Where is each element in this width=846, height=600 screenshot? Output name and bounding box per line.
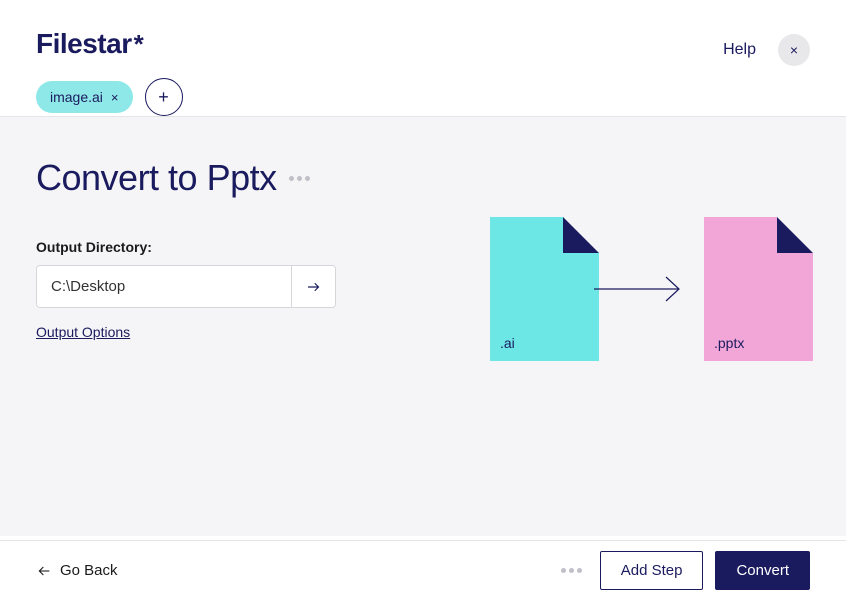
output-options-link[interactable]: Output Options	[36, 324, 130, 340]
close-app-button[interactable]: ×	[778, 34, 810, 66]
go-back-label: Go Back	[60, 562, 118, 579]
source-file-card: .ai	[490, 217, 599, 361]
source-file-ext: .ai	[500, 335, 515, 351]
title-more-icon[interactable]	[289, 176, 310, 181]
target-file-ext: .pptx	[714, 335, 744, 351]
file-chip[interactable]: image.ai ×	[36, 81, 133, 113]
file-chip-label: image.ai	[50, 89, 103, 105]
browse-button[interactable]	[291, 266, 335, 307]
help-link[interactable]: Help	[723, 41, 756, 59]
output-dir-input[interactable]	[37, 266, 291, 307]
target-file-card: .pptx	[704, 217, 813, 361]
page-title: Convert to Pptx	[36, 157, 277, 199]
close-icon: ×	[790, 42, 798, 58]
arrow-right-icon	[594, 274, 689, 304]
output-dir-label: Output Directory:	[36, 239, 336, 255]
go-back-button[interactable]: Go Back	[36, 562, 118, 579]
add-step-button[interactable]: Add Step	[600, 551, 704, 590]
arrow-right-icon	[305, 278, 323, 296]
conversion-preview: .ai .pptx	[490, 217, 813, 361]
convert-button[interactable]: Convert	[715, 551, 810, 590]
arrow-left-icon	[36, 563, 52, 579]
remove-file-icon[interactable]: ×	[111, 90, 119, 105]
plus-icon: +	[158, 87, 169, 108]
footer-more-icon[interactable]	[561, 568, 582, 573]
app-logo: Filestar*	[36, 28, 183, 60]
add-file-button[interactable]: +	[145, 78, 183, 116]
